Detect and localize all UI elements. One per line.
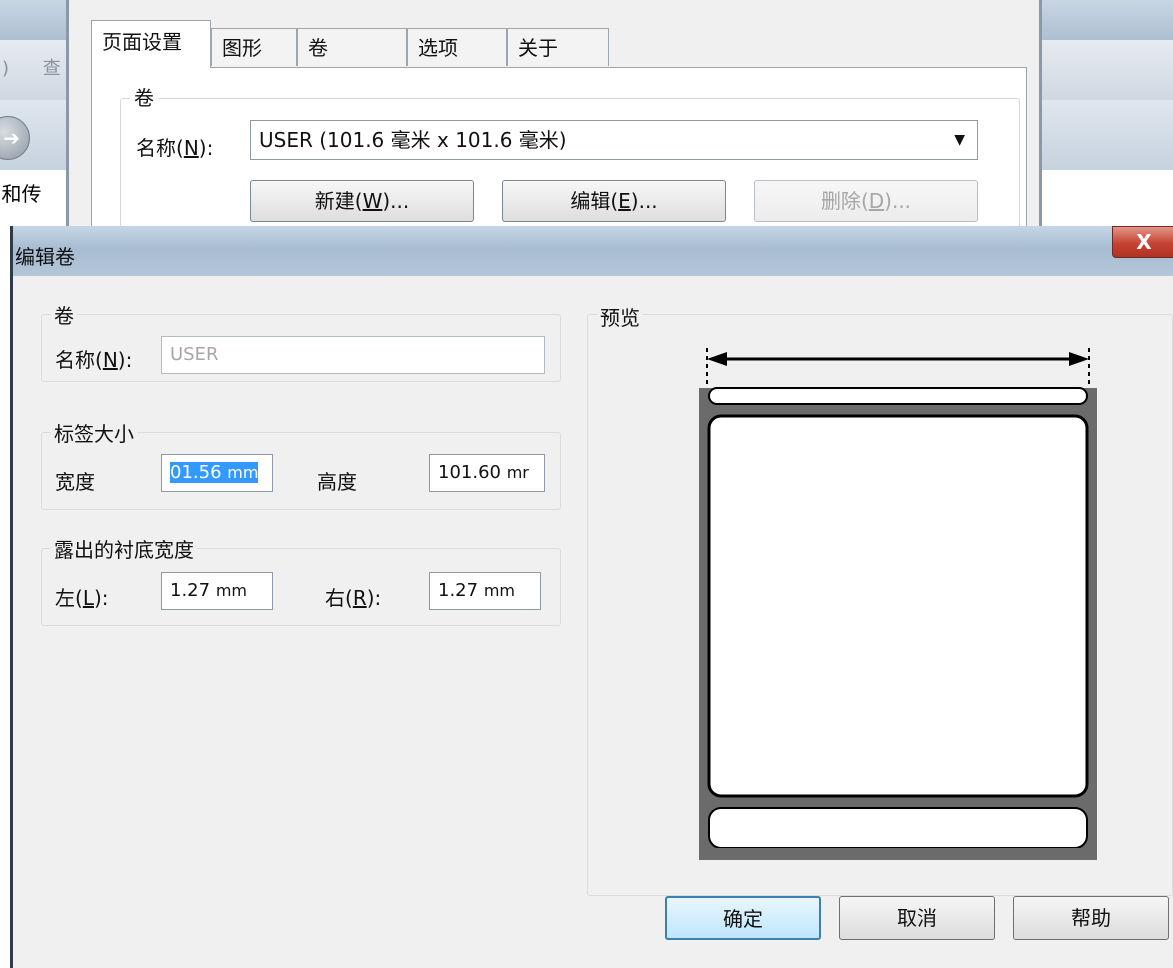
roll-preview-graphic	[699, 348, 1097, 860]
liner-bottom	[699, 848, 1097, 860]
height-field[interactable]: 101.60 mr	[429, 454, 545, 492]
tab-graphics[interactable]: 图形	[211, 28, 297, 66]
tab-page-setup[interactable]: 页面设置	[91, 20, 211, 68]
width-field[interactable]: 01.56 mm	[161, 454, 273, 492]
roll-name-combobox-value: USER (101.6 毫米 x 101.6 毫米)	[259, 128, 567, 152]
roll-group-title: 卷	[130, 82, 158, 111]
delete-button[interactable]: 删除(D)...	[754, 180, 978, 222]
ok-button[interactable]: 确定	[665, 896, 821, 940]
help-button[interactable]: 帮助	[1013, 896, 1169, 940]
width-label: 宽度	[55, 470, 95, 494]
edit-roll-dialog: 编辑卷 X 卷 名称(N): USER 标签大小 宽度 01.56 mm 高度 …	[10, 226, 1173, 968]
label-size-title: 标签大小	[51, 418, 137, 447]
right-label: 右(R):	[325, 586, 382, 610]
arrow-right-icon	[1069, 352, 1089, 366]
next-label	[708, 807, 1088, 849]
roll-name-combobox[interactable]: USER (101.6 毫米 x 101.6 毫米) ▼	[250, 120, 978, 160]
right-liner-field[interactable]: 1.27 mm	[429, 572, 541, 610]
height-label: 高度	[317, 470, 357, 494]
background-side-text: l和传	[0, 182, 42, 206]
edit-roll-titlebar[interactable]: 编辑卷 X	[13, 226, 1173, 276]
width-field-value: 01.56 mm	[170, 462, 259, 483]
tab-options[interactable]: 选项	[407, 28, 507, 66]
new-button[interactable]: 新建(W)...	[250, 180, 474, 222]
chevron-down-icon[interactable]: ▼	[954, 121, 965, 159]
tab-roll[interactable]: 卷	[297, 28, 407, 66]
page-setup-tab-page: 卷 名称(N): USER (101.6 毫米 x 101.6 毫米) ▼ 新建…	[91, 67, 1027, 244]
arrow-left-icon	[707, 352, 727, 366]
dialog-title: 编辑卷	[15, 245, 75, 269]
label-shape	[707, 414, 1089, 798]
name-label: 名称(N):	[136, 136, 214, 160]
left-liner-field[interactable]: 1.27 mm	[161, 572, 273, 610]
roll-name-label: 名称(N):	[55, 348, 133, 372]
roll-group-title: 卷	[51, 300, 77, 329]
arrow-right-icon: ➔	[3, 126, 20, 150]
liner-width-title: 露出的衬底宽度	[51, 534, 197, 563]
background-toolbar-text: ) 查	[2, 58, 75, 79]
close-button[interactable]: X	[1112, 226, 1173, 258]
edit-roll-body: 卷 名称(N): USER 标签大小 宽度 01.56 mm 高度 101.60…	[13, 276, 1173, 968]
close-icon: X	[1136, 230, 1152, 254]
left-label: 左(L):	[55, 586, 109, 610]
roll-name-field[interactable]: USER	[161, 336, 545, 374]
cancel-button[interactable]: 取消	[839, 896, 995, 940]
tab-about[interactable]: 关于	[507, 28, 609, 66]
edit-button[interactable]: 编辑(E)...	[502, 180, 726, 222]
page-setup-dialog: 页面设置 图形 卷 选项 关于 卷 名称(N): USER (101.6 毫米 …	[66, 0, 1042, 244]
previous-label	[708, 387, 1088, 405]
